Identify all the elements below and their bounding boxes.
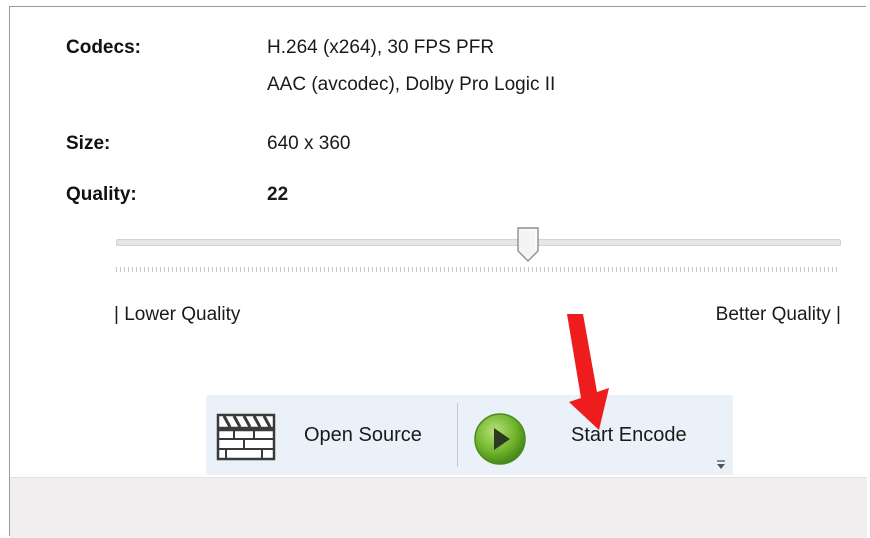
codecs-video-value: H.264 (x264), 30 FPS PFR [267,37,495,58]
size-value: 640 x 360 [267,133,351,154]
play-icon [474,413,526,465]
slider-ticks [116,267,839,272]
quality-value: 22 [267,184,289,205]
chevron-down-icon[interactable] [715,459,727,471]
toolbar: Open Source Start Encode [206,395,733,475]
codecs-audio-value: AAC (avcodec), Dolby Pro Logic II [267,74,556,95]
better-quality-label: Better Quality | [715,304,841,325]
quality-slider-track[interactable] [116,239,841,246]
lower-quality-label: | Lower Quality [114,304,241,325]
quality-slider-thumb[interactable] [516,227,540,263]
toolbar-separator [457,403,458,467]
red-arrow-icon [567,314,609,430]
open-source-button[interactable]: Open Source [206,395,456,475]
clapperboard-icon [216,413,276,461]
status-area [10,477,867,538]
window: Codecs: H.264 (x264), 30 FPS PFR AAC (av… [9,6,867,538]
quality-label: Quality: [66,184,137,205]
open-source-label: Open Source [304,424,422,446]
codecs-label: Codecs: [66,37,141,58]
size-label: Size: [66,133,111,154]
